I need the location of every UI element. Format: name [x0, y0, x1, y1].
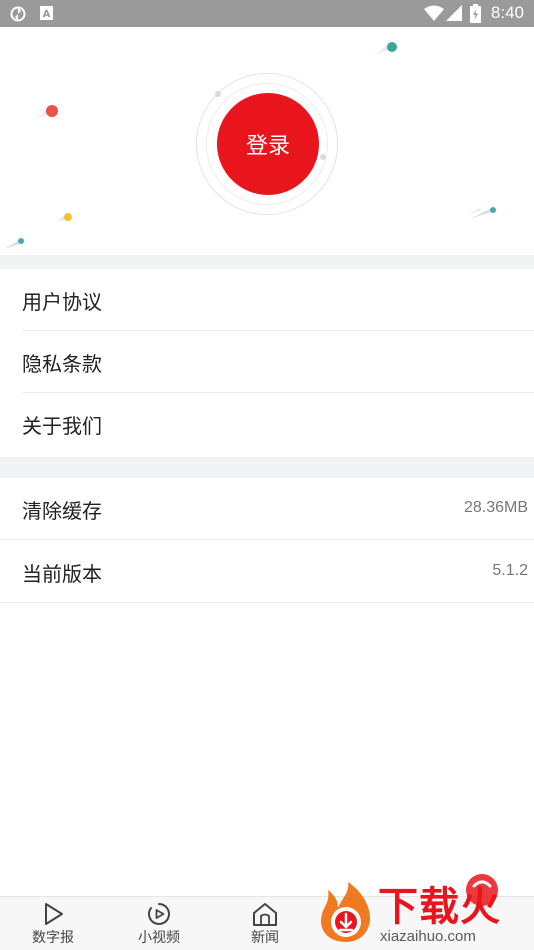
login-header: 登录	[0, 27, 534, 255]
play-triangle-icon	[45, 903, 63, 925]
login-button[interactable]: 登录	[217, 93, 319, 195]
tab-short-video[interactable]: 小视频	[106, 897, 212, 950]
menu-item-about-us[interactable]: 关于我们	[0, 393, 534, 455]
watermark-url: xiazaihuo.com	[380, 928, 476, 945]
decorative-meteor-teal	[368, 42, 397, 59]
video-circle-icon	[148, 903, 170, 925]
section-divider	[0, 457, 534, 478]
sync-icon	[10, 6, 26, 22]
menu-item-label: 用户协议	[22, 290, 102, 314]
cache-size-value: 28.36MB	[463, 499, 528, 516]
decorative-meteor-small	[4, 238, 24, 249]
decorative-meteor-red	[28, 105, 58, 123]
menu-item-label: 隐私条款	[22, 352, 102, 376]
menu-item-label: 关于我们	[22, 414, 102, 438]
ring-dot	[215, 91, 221, 97]
menu-item-current-version[interactable]: 当前版本 5.1.2	[0, 541, 534, 603]
status-bar: A 8:40	[0, 0, 534, 27]
decorative-meteor-right	[468, 207, 496, 219]
menu-item-label: 清除缓存	[22, 499, 102, 523]
watermark-logo: 下载火 xiazaihuo.com	[314, 872, 534, 950]
signal-icon	[446, 5, 462, 21]
tab-digital-newspaper[interactable]: 数字报	[0, 897, 106, 950]
float-badge-icon	[466, 874, 498, 906]
menu-item-clear-cache[interactable]: 清除缓存 28.36MB	[0, 478, 534, 540]
battery-icon	[470, 4, 481, 23]
wifi-icon	[424, 5, 444, 21]
tab-label: 新闻	[251, 930, 279, 946]
row-divider	[0, 539, 534, 540]
menu-item-user-agreement[interactable]: 用户协议	[0, 269, 534, 331]
row-divider	[0, 602, 534, 603]
status-time: 8:40	[490, 3, 524, 22]
home-icon	[253, 903, 277, 926]
tab-label: 小视频	[138, 930, 180, 946]
tab-label: 数字报	[32, 930, 74, 946]
section-divider	[0, 255, 534, 269]
ring-dot	[320, 154, 326, 160]
decorative-meteor-yellow	[50, 213, 72, 225]
keyboard-a-icon: A	[40, 6, 53, 20]
tab-news[interactable]: 新闻	[212, 897, 318, 950]
svg-text:A: A	[43, 9, 51, 20]
flame-logo-icon	[321, 882, 370, 942]
menu-item-label: 当前版本	[22, 562, 102, 586]
menu-item-privacy-policy[interactable]: 隐私条款	[0, 331, 534, 393]
version-value: 5.1.2	[492, 562, 528, 579]
